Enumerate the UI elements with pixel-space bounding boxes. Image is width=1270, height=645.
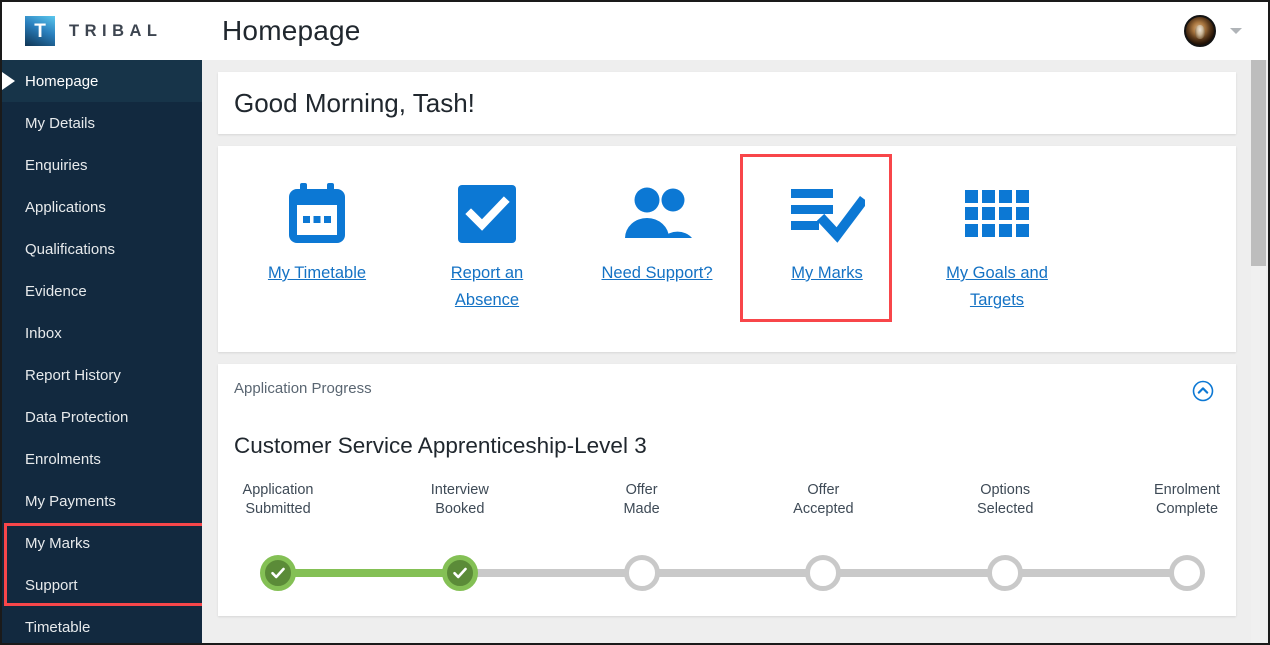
quick-link-report-an-absence[interactable]: Report an Absence <box>402 168 572 314</box>
sidebar-item-my-details[interactable]: My Details <box>2 102 202 144</box>
sidebar-item-label: Report History <box>25 366 121 384</box>
sidebar-item-support[interactable]: Support <box>2 564 202 606</box>
sidebar-item-label: Homepage <box>25 72 99 90</box>
step-label: Interview Booked <box>430 482 489 517</box>
step-2: Interview Booked <box>395 481 525 519</box>
brand-name: TRIBAL <box>69 21 163 40</box>
sidebar-item-label: My Marks <box>25 534 90 552</box>
grid-icon <box>965 168 1029 260</box>
sidebar-item-homepage[interactable]: Homepage <box>2 60 202 102</box>
application-window: T TRIBAL Homepage Homepage My Details Enqu… <box>0 0 1270 645</box>
sidebar-item-my-marks[interactable]: My Marks <box>2 522 202 564</box>
top-header: T TRIBAL Homepage <box>2 2 1268 60</box>
greeting-text: Good Morning, Tash! <box>234 87 475 118</box>
sidebar-item-evidence[interactable]: Evidence <box>2 270 202 312</box>
step-label: Application Submitted <box>242 482 314 517</box>
sidebar-item-report-history[interactable]: Report History <box>2 354 202 396</box>
sidebar-item-label: My Details <box>25 114 96 132</box>
sidebar-item-qualifications[interactable]: Qualifications <box>2 228 202 270</box>
main-vertical-scrollbar[interactable] <box>1251 60 1266 643</box>
quick-link-label[interactable]: Report an Absence <box>420 260 555 314</box>
sidebar-item-enrolments[interactable]: Enrolments <box>2 438 202 480</box>
calendar-icon <box>287 168 347 260</box>
course-title: Customer Service Apprenticeship-Level 3 <box>234 433 647 458</box>
step-label: Enrolment Complete <box>1153 482 1221 517</box>
marks-checklist-icon <box>789 168 865 260</box>
sidebar-item-label: Enquiries <box>25 156 88 174</box>
panel-label: Application Progress <box>234 380 372 397</box>
sidebar-item-label: Applications <box>25 198 106 216</box>
quick-links-card: My Timetable Report an Absence Need Suppor… <box>218 146 1236 352</box>
step-marker-1-completed[interactable] <box>260 555 296 591</box>
sidebar-item-label: Support <box>25 576 78 594</box>
quick-link-my-goals-and-targets[interactable]: My Goals and Targets <box>912 168 1082 314</box>
step-label: Offer Accepted <box>793 482 854 517</box>
step-marker-2-completed[interactable] <box>441 555 478 591</box>
people-icon <box>621 168 693 260</box>
progress-track-completed <box>278 569 459 577</box>
logo-letter: T <box>34 20 46 42</box>
quick-link-label[interactable]: My Marks <box>791 260 863 287</box>
quick-link-label[interactable]: My Goals and Targets <box>930 260 1065 314</box>
application-progress-stepper: Application Submitted Interview Booked Off… <box>234 481 1220 591</box>
sidebar-item-data-protection[interactable]: Data Protection <box>2 396 202 438</box>
header-right-controls <box>1184 15 1268 47</box>
sidebar-item-applications[interactable]: Applications <box>2 186 202 228</box>
sidebar-item-label: Qualifications <box>25 240 116 258</box>
step-marker-5-pending[interactable] <box>987 555 1024 591</box>
sidebar-item-inbox[interactable]: Inbox <box>2 312 202 354</box>
check-icon <box>452 567 467 579</box>
quick-link-label[interactable]: My Timetable <box>268 260 366 287</box>
page-title: Homepage <box>222 15 361 46</box>
step-6: Enrolment Complete <box>1122 481 1252 519</box>
application-progress-card: Application Progress Customer Service Ap… <box>218 364 1236 616</box>
step-4: Offer Accepted <box>758 481 888 519</box>
tribal-logo-icon: T <box>25 16 55 46</box>
sidebar-item-label: Timetable <box>25 618 91 636</box>
brand-logo[interactable]: T TRIBAL <box>2 16 216 46</box>
chevron-down-icon[interactable] <box>1230 28 1242 34</box>
sidebar-item-label: My Payments <box>25 492 116 510</box>
step-label: Options Selected <box>976 482 1034 517</box>
quick-link-label[interactable]: Need Support? <box>602 260 713 287</box>
check-icon <box>271 567 285 579</box>
checkbox-checked-icon <box>457 168 517 260</box>
main-content: Good Morning, Tash! My Timetable Report a… <box>202 60 1252 643</box>
step-marker-6-pending[interactable] <box>1169 555 1205 591</box>
greeting-card: Good Morning, Tash! <box>218 72 1236 134</box>
chevron-up-circle-icon[interactable] <box>1192 380 1214 402</box>
sidebar-item-label: Enrolments <box>25 450 101 468</box>
sidebar-nav: Homepage My Details Enquiries Applications Q… <box>2 60 202 643</box>
user-avatar[interactable] <box>1184 15 1216 47</box>
step-3: Offer Made <box>577 481 707 519</box>
sidebar-item-timetable[interactable]: Timetable <box>2 606 202 643</box>
step-1: Application Submitted <box>213 481 343 519</box>
sidebar-item-label: Data Protection <box>25 408 129 426</box>
step-label: Offer Made <box>623 482 660 517</box>
step-marker-4-pending[interactable] <box>805 555 842 591</box>
sidebar-item-label: Inbox <box>25 324 62 342</box>
step-marker-3-pending[interactable] <box>623 555 660 591</box>
sidebar-item-enquiries[interactable]: Enquiries <box>2 144 202 186</box>
quick-link-need-support[interactable]: Need Support? <box>572 168 742 287</box>
step-5: Options Selected <box>940 481 1070 519</box>
quick-link-my-timetable[interactable]: My Timetable <box>232 168 402 287</box>
sidebar-item-my-payments[interactable]: My Payments <box>2 480 202 522</box>
quick-link-my-marks[interactable]: My Marks <box>742 168 912 287</box>
scrollbar-thumb[interactable] <box>1251 60 1266 266</box>
sidebar-item-label: Evidence <box>25 282 87 300</box>
